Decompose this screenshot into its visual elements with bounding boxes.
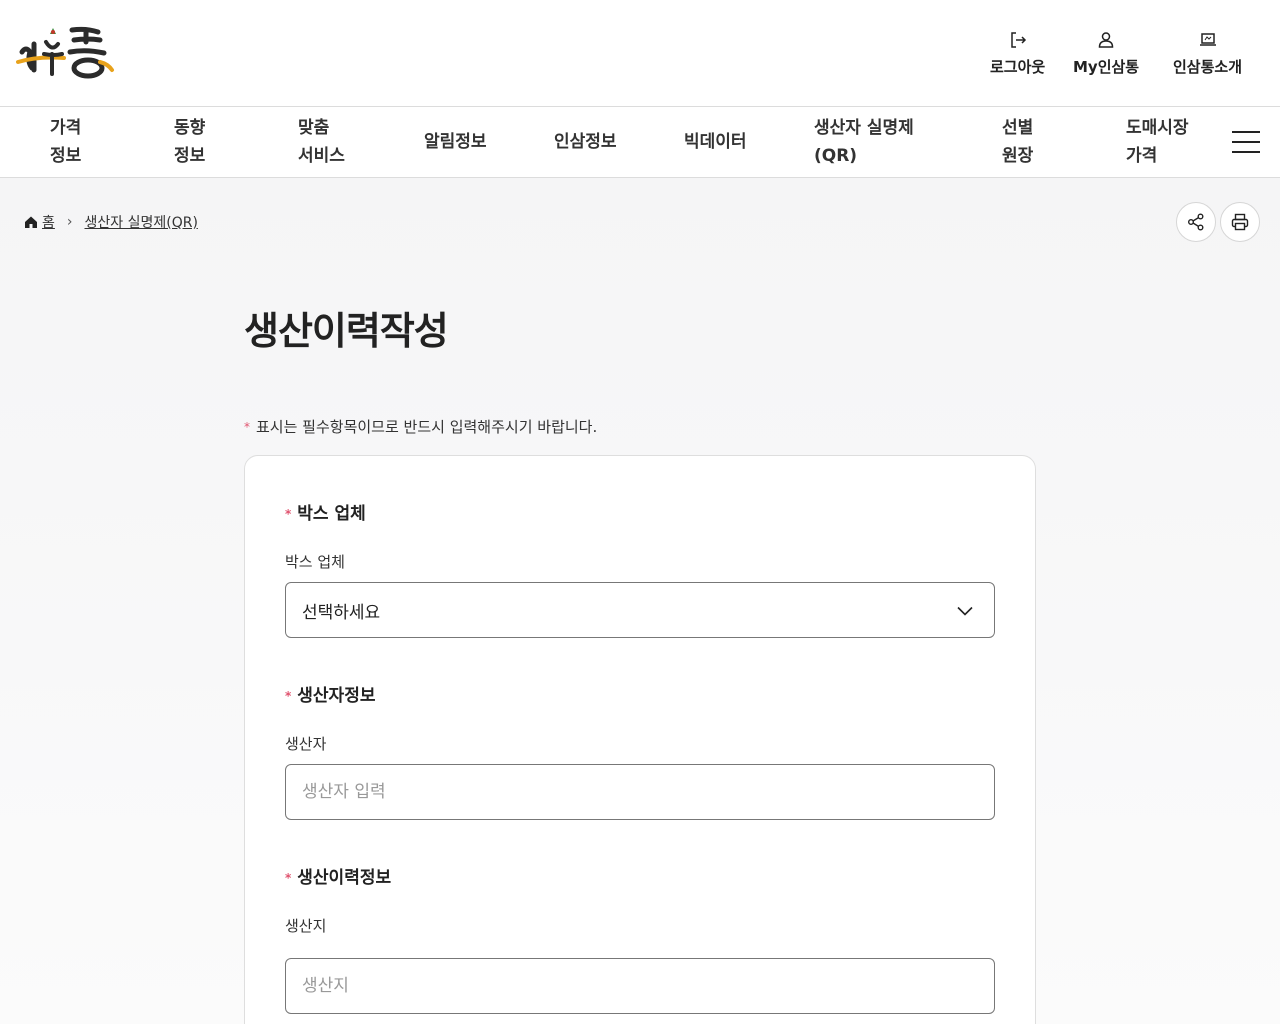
print-icon: [1231, 213, 1249, 231]
gnb-label: 선별 원장: [1002, 118, 1034, 166]
gnb-label: 도매시장 가격: [1126, 118, 1189, 166]
section-title-production-history: * 생산이력정보: [285, 863, 391, 888]
gnb-item-sorting-ledger[interactable]: 선별 원장: [1002, 107, 1033, 177]
gnb-label: 인삼정보: [554, 132, 617, 152]
production-area-input[interactable]: [285, 958, 995, 1014]
gnb-item-custom-service[interactable]: 맞춤 서비스: [298, 107, 345, 177]
user-icon: [1098, 32, 1114, 48]
breadcrumb-home[interactable]: 홈: [42, 212, 55, 232]
gnb-label: 생산자 실명제 (QR): [814, 118, 914, 166]
insamtong-logo[interactable]: [16, 22, 116, 84]
site-header: 로그아웃 My인삼통 인삼통소개: [0, 0, 1280, 106]
box-company-select[interactable]: 선택하세요: [285, 582, 995, 638]
menu-icon[interactable]: [1232, 131, 1260, 153]
share-icon: [1188, 213, 1204, 231]
gnb-item-trend-info[interactable]: 동향 정보: [174, 107, 205, 177]
breadcrumb: 홈 › 생산자 실명제(QR): [24, 212, 198, 232]
chevron-down-icon: [957, 606, 973, 616]
laptop-icon: [1199, 33, 1216, 46]
gnb-item-notice-info[interactable]: 알림정보: [424, 107, 487, 177]
about-insamtong-link[interactable]: 인삼통소개: [1173, 30, 1242, 77]
main-navigation: 가격 정보 동향 정보 맞춤 서비스 알림정보 인삼정보 빅데이터 생산자 실명…: [0, 106, 1280, 178]
logout-label: 로그아웃: [990, 58, 1046, 76]
breadcrumb-current[interactable]: 생산자 실명제(QR): [85, 212, 198, 232]
required-notice: * 표시는 필수항목이므로 반드시 입력해주시기 바랍니다.: [244, 416, 597, 437]
my-insamtong-label: My인삼통: [1073, 58, 1140, 76]
gnb-label: 빅데이터: [684, 132, 747, 152]
section-title-text: 생산이력정보: [297, 868, 392, 888]
production-history-form: * 박스 업체 박스 업체 선택하세요 * 생산자정보 생산자 * 생산이력정보 생산…: [244, 455, 1036, 1024]
required-mark: *: [285, 689, 292, 703]
producer-input[interactable]: [285, 764, 995, 820]
home-icon: [25, 216, 37, 228]
production-area-label: 생산지: [285, 917, 327, 935]
logout-icon: [1010, 32, 1026, 48]
print-button[interactable]: [1220, 202, 1260, 242]
section-title-text: 생산자정보: [297, 686, 376, 706]
logout-link[interactable]: 로그아웃: [990, 30, 1045, 77]
section-title-producer-info: * 생산자정보: [285, 681, 375, 706]
required-mark: *: [244, 420, 250, 434]
gnb-label: 동향 정보: [174, 118, 206, 166]
box-company-selected-value: 선택하세요: [302, 602, 381, 623]
gnb-label: 가격 정보: [50, 118, 82, 166]
section-title-box-company: * 박스 업체: [285, 499, 366, 524]
required-mark: *: [285, 871, 292, 885]
gnb-item-big-data[interactable]: 빅데이터: [684, 107, 747, 177]
page-title: 생산이력작성: [244, 309, 449, 353]
gnb-item-wholesale-price[interactable]: 도매시장 가격: [1126, 107, 1189, 177]
required-mark: *: [285, 507, 292, 521]
gnb-label: 맞춤 서비스: [298, 118, 345, 166]
gnb-item-ginseng-info[interactable]: 인삼정보: [554, 107, 617, 177]
my-insamtong-link[interactable]: My인삼통: [1073, 30, 1139, 77]
required-notice-text: 표시는 필수항목이므로 반드시 입력해주시기 바랍니다.: [256, 418, 598, 436]
box-company-label: 박스 업체: [285, 553, 345, 571]
share-button[interactable]: [1176, 202, 1216, 242]
about-insamtong-label: 인삼통소개: [1173, 58, 1243, 76]
producer-label: 생산자: [285, 735, 327, 753]
gnb-label: 알림정보: [424, 132, 487, 152]
section-title-text: 박스 업체: [297, 504, 366, 524]
gnb-item-price-info[interactable]: 가격 정보: [50, 107, 81, 177]
gnb-item-producer-qr[interactable]: 생산자 실명제 (QR): [814, 107, 914, 177]
chevron-right-icon: ›: [66, 214, 73, 230]
